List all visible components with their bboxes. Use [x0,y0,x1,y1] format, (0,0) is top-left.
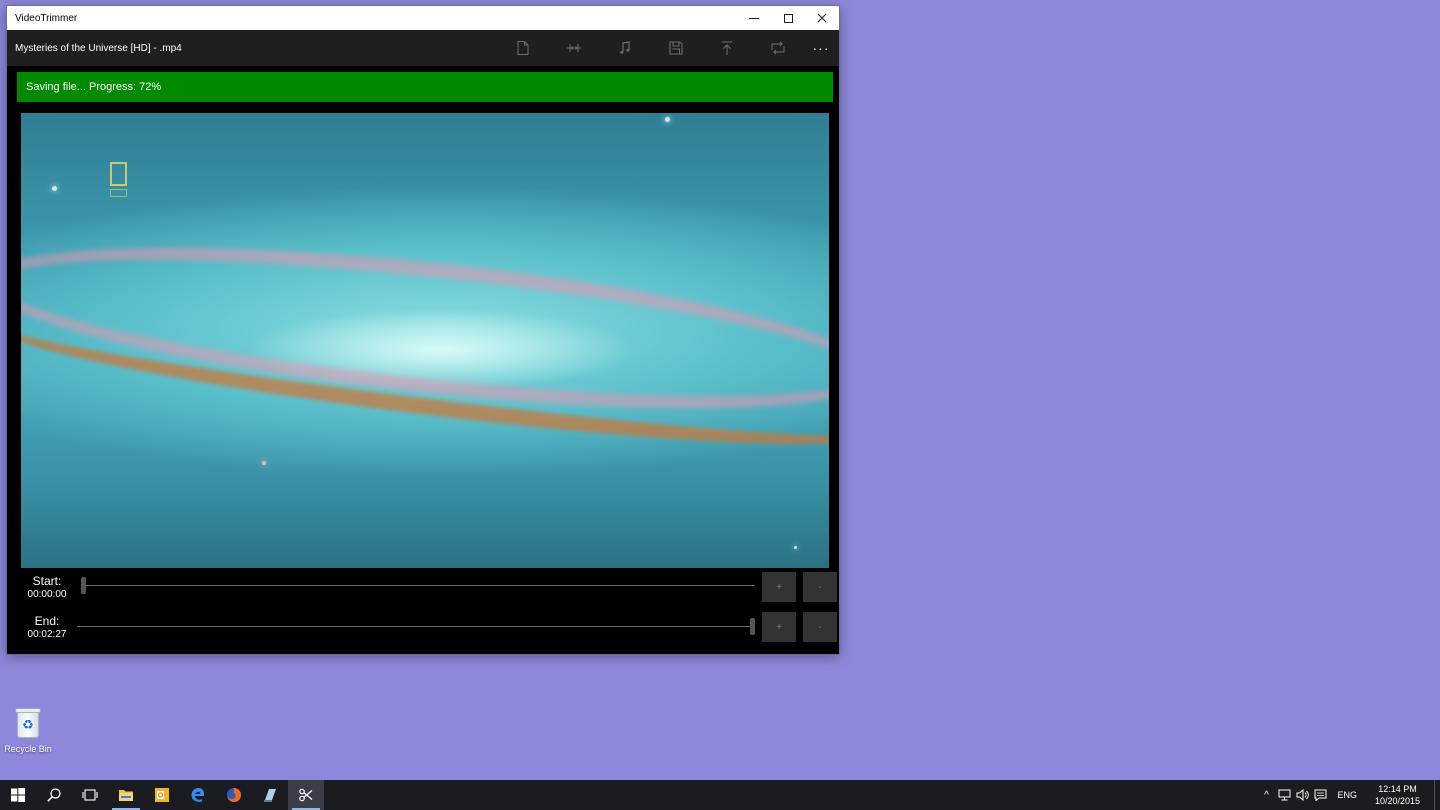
taskbar-edge[interactable] [180,780,216,810]
repeat-icon [771,41,784,55]
end-minus-button[interactable]: - [803,612,837,642]
start-trim-row: Start: 00:00:00 + - [17,572,837,608]
system-tray: ^ ENG 12:14 PM 10/20/2015 [1257,780,1440,810]
clock-date: 10/20/2015 [1374,796,1420,806]
taskbar-file-explorer[interactable] [108,780,144,810]
edge-icon [191,788,205,802]
open-file-icon [517,41,528,55]
close-button[interactable] [805,6,839,30]
repeat-button[interactable] [752,30,803,66]
share-icon [721,41,732,55]
start-label: Start: [32,574,62,588]
end-trim-row: End: 00:02:27 + - [17,612,837,648]
start-minus-button[interactable]: - [803,572,837,602]
action-center-icon [1314,789,1327,801]
videotrimmer-window: VideoTrimmer Mysteries of the Universe [… [6,5,840,655]
taskbar: ^ ENG 12:14 PM 10/20/2015 [0,780,1440,810]
show-desktop-button[interactable] [1434,780,1440,810]
volume-button[interactable] [1293,780,1311,810]
taskbar-videotrimmer[interactable] [288,780,324,810]
start-label-group: Start: 00:00:00 [17,574,77,602]
more-icon: ··· [812,40,830,56]
minimize-icon [749,17,759,19]
show-hidden-icons-button[interactable]: ^ [1257,780,1275,810]
file-name-label: Mysteries of the Universe [HD] - .mp4 [15,42,182,54]
input-language[interactable]: ENG [1329,790,1365,800]
action-center-button[interactable] [1311,780,1329,810]
music-icon [619,41,630,54]
outlook-icon [155,788,169,802]
save-progress-status: Saving file... Progress: 72% [17,72,833,102]
bin-body: ♻ [17,712,39,738]
end-slider-thumb[interactable] [750,618,755,635]
clock[interactable]: 12:14 PM 10/20/2015 [1365,783,1430,807]
save-icon [669,41,682,55]
taskbar-firefox[interactable] [216,780,252,810]
clock-time: 12:14 PM [1378,784,1417,794]
desktop-icon-label: Recycle Bin [4,744,52,754]
star [262,461,266,465]
share-button[interactable] [701,30,752,66]
start-plus-button[interactable]: + [762,572,796,602]
windows-start-icon [11,788,25,802]
maximize-button[interactable] [771,6,805,30]
channel-logo-sub [110,189,127,197]
start-slider-thumb[interactable] [81,577,86,594]
end-label: End: [34,614,60,628]
app-command-bar: Mysteries of the Universe [HD] - .mp4 ··… [7,30,839,66]
taskbar-app[interactable] [252,780,288,810]
audio-button[interactable] [599,30,650,66]
search-icon [47,788,61,802]
start-time: 00:00:00 [27,589,67,600]
search-button[interactable] [36,780,72,810]
task-view-button[interactable] [72,780,108,810]
firefox-icon [227,788,241,802]
video-preview[interactable] [21,113,829,568]
channel-logo [110,162,127,186]
task-view-icon [82,789,98,801]
trim-button[interactable] [548,30,599,66]
end-label-group: End: 00:02:27 [17,614,77,642]
status-text: Saving file... Progress: 72% [26,81,162,93]
save-button[interactable] [650,30,701,66]
volume-icon [1296,789,1309,801]
trim-icon [566,44,581,52]
network-icon [1278,789,1291,801]
desktop-icon-recycle-bin[interactable]: ♻ Recycle Bin [2,706,54,754]
end-plus-button[interactable]: + [762,612,796,642]
end-slider-track[interactable] [77,626,755,627]
star [665,117,670,122]
end-time: 00:02:27 [27,629,67,640]
network-button[interactable] [1275,780,1293,810]
star [52,186,57,191]
title-bar[interactable]: VideoTrimmer [7,6,839,30]
minimize-button[interactable] [737,6,771,30]
chevron-up-icon: ^ [1264,789,1269,801]
maximize-icon [783,13,793,23]
more-options-button[interactable]: ··· [803,30,839,66]
window-title: VideoTrimmer [15,12,78,24]
start-button[interactable] [0,780,36,810]
open-file-button[interactable] [497,30,548,66]
taskbar-outlook[interactable] [144,780,180,810]
file-explorer-icon [119,790,133,801]
app-icon [264,789,276,802]
recycle-bin-icon: ♻ [14,706,42,738]
close-icon [817,13,827,23]
start-slider-track[interactable] [81,585,755,586]
star [794,546,797,549]
videotrimmer-icon [299,788,313,802]
